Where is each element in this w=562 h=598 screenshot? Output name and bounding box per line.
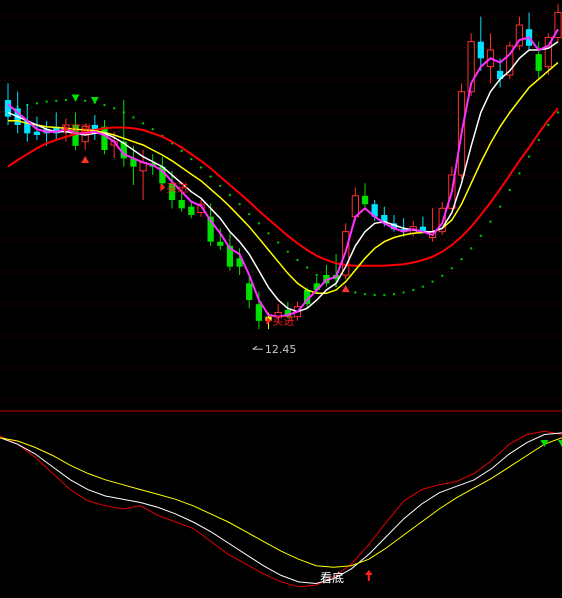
- dot-point: [248, 212, 251, 216]
- dot-point: [132, 116, 135, 119]
- dot-point: [35, 102, 39, 105]
- dot-point: [151, 127, 154, 131]
- dot-point: [305, 266, 309, 269]
- dot-point: [45, 100, 48, 103]
- dot-point: [518, 172, 521, 175]
- dot-point: [228, 193, 232, 197]
- dot-point: [402, 291, 405, 294]
- dot-point: [441, 274, 444, 278]
- dot-point: [373, 293, 376, 297]
- dot-point: [199, 166, 203, 169]
- dot-point: [286, 250, 290, 253]
- candle-body: [361, 195, 369, 205]
- dot-point: [296, 258, 299, 262]
- buy-label: 买进: [273, 315, 295, 328]
- dot-point: [354, 291, 357, 294]
- dot-point: [257, 222, 261, 225]
- dot-point: [498, 205, 502, 208]
- dot-point: [209, 175, 212, 178]
- dot-point: [190, 157, 193, 161]
- dot-point: [267, 232, 270, 235]
- candle-body: [178, 200, 185, 209]
- low-price-label: 12.45: [265, 343, 297, 356]
- bottom-label: 看底: [320, 570, 344, 585]
- dot-point: [55, 99, 58, 103]
- dot-point: [64, 98, 68, 102]
- candle-body: [477, 41, 484, 59]
- dot-point: [508, 188, 511, 192]
- candle-body: [33, 131, 41, 135]
- dot-point: [219, 184, 222, 188]
- candle-body: [101, 126, 108, 150]
- dot-point: [238, 202, 241, 206]
- dot-point: [112, 107, 116, 110]
- dot-point: [431, 280, 434, 283]
- dot-point: [421, 285, 425, 288]
- dot-point: [460, 257, 463, 261]
- dot-point: [469, 247, 473, 250]
- dot-point: [363, 292, 367, 296]
- dot-point: [489, 220, 492, 223]
- buy-label: 买进: [70, 123, 92, 136]
- chart-canvas: 买进买进买进12.45看底: [0, 0, 562, 594]
- candle-body: [188, 206, 195, 215]
- candle-body: [246, 283, 253, 300]
- dot-point: [180, 149, 183, 153]
- buy-label: 买进: [166, 181, 188, 194]
- dot-point: [527, 155, 531, 158]
- dot-point: [383, 293, 386, 297]
- stock-chart: 买进 买进 买进 12.45 看底: [0, 0, 562, 594]
- dot-point: [83, 99, 87, 103]
- candle-body: [535, 54, 542, 71]
- dot-point: [537, 138, 540, 142]
- dot-point: [450, 267, 454, 270]
- candle-body: [255, 304, 263, 321]
- dot-point: [556, 111, 560, 114]
- dot-point: [334, 284, 338, 288]
- dot-point: [276, 241, 280, 244]
- dot-point: [103, 103, 106, 107]
- dot-point: [392, 292, 396, 296]
- dot-point: [315, 273, 318, 277]
- dot-point: [412, 288, 415, 292]
- dot-point: [141, 122, 145, 125]
- dot-point: [479, 234, 483, 238]
- candle-body: [217, 241, 224, 246]
- dot-point: [547, 123, 550, 127]
